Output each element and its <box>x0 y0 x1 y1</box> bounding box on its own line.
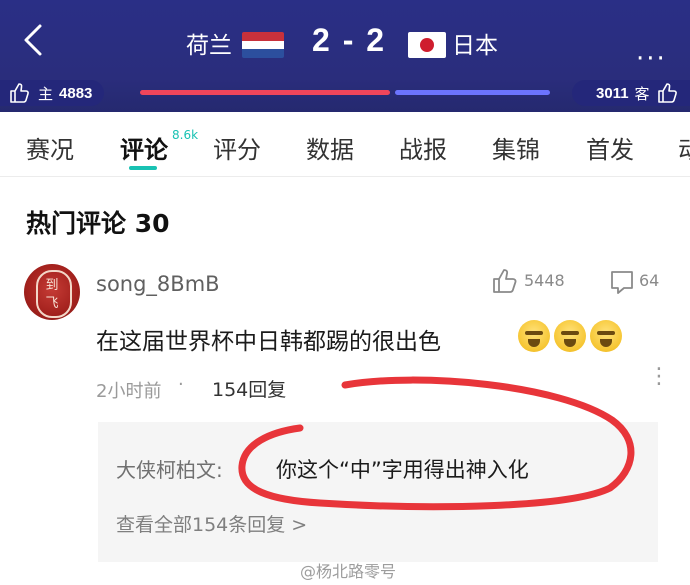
crying-face-icon <box>590 320 622 352</box>
home-support-count: 4883 <box>59 84 93 102</box>
thumbs-up-icon <box>10 83 29 103</box>
away-support-count: 3011 <box>596 84 629 102</box>
tab-ratings[interactable]: 评分 <box>213 130 261 165</box>
watermark: @杨北路零号 <box>300 562 397 581</box>
japan-flag-icon <box>408 32 446 58</box>
tab-lineup[interactable]: 首发 <box>586 130 634 165</box>
emoji-group <box>518 320 622 352</box>
reply-preview-box[interactable]: 大侠柯柏文: 你这个“中”字用得出神入化 查看全部154条回复 > <box>98 422 658 562</box>
tab-stats[interactable]: 数据 <box>306 130 354 165</box>
away-support-button[interactable]: 3011 客 <box>572 80 690 106</box>
comment-more-icon[interactable]: ⋮ <box>648 366 670 388</box>
reply-bubble-icon[interactable] <box>608 268 636 296</box>
tab-bar: 赛况 评论 8.6k 评分 数据 战报 集锦 首发 动 <box>0 112 690 177</box>
tab-live[interactable]: 赛况 <box>26 130 74 165</box>
avatar[interactable]: 到 飞 <box>24 264 80 320</box>
comment-time: 2小时前 <box>96 381 162 402</box>
reply-text: 你这个“中”字用得出神入化 <box>276 458 529 482</box>
tab-report[interactable]: 战报 <box>399 130 447 165</box>
tab-comments[interactable]: 评论 <box>120 130 168 165</box>
like-icon[interactable] <box>491 268 519 294</box>
score-row: 荷兰 2 - 2 日本 ··· <box>0 22 690 74</box>
crying-face-icon <box>554 320 586 352</box>
away-support-bar <box>395 90 550 95</box>
tab-highlights[interactable]: 集锦 <box>492 130 540 165</box>
thumbs-up-icon <box>657 83 677 103</box>
like-count: 5448 <box>524 271 565 290</box>
more-options-icon[interactable]: ··· <box>636 44 667 74</box>
away-support-label: 客 <box>634 84 650 103</box>
meta-separator: · <box>178 374 184 395</box>
away-team-name[interactable]: 日本 <box>452 26 498 60</box>
section-title: 热门评论 30 <box>26 209 170 238</box>
home-team-name[interactable]: 荷兰 <box>186 26 232 60</box>
tab-more[interactable]: 动 <box>678 130 690 165</box>
avatar-char-1: 到 <box>45 278 59 293</box>
comment-count-badge: 8.6k <box>172 128 199 142</box>
active-tab-indicator <box>129 166 157 170</box>
comment-text: 在这届世界杯中日韩都踢的很出色 <box>96 329 441 355</box>
comment-username[interactable]: song_8BmB <box>96 272 220 296</box>
dislike-count: 64 <box>639 271 660 290</box>
match-header: 荷兰 2 - 2 日本 ··· 主 4883 3011 客 <box>0 0 690 112</box>
home-support-button[interactable]: 主 4883 <box>0 80 104 106</box>
match-score: 2 - 2 <box>312 22 387 58</box>
reply-author[interactable]: 大侠柯柏文: <box>116 454 223 483</box>
home-support-label: 主 <box>38 84 54 103</box>
view-all-replies-link[interactable]: 查看全部154条回复 > <box>116 510 307 537</box>
avatar-char-2: 飞 <box>45 296 59 311</box>
reply-count-button[interactable]: 154回复 <box>212 375 286 402</box>
netherlands-flag-icon <box>242 32 284 58</box>
home-support-bar <box>140 90 390 95</box>
crying-face-icon <box>518 320 550 352</box>
support-vote-row: 主 4883 3011 客 <box>0 80 690 106</box>
